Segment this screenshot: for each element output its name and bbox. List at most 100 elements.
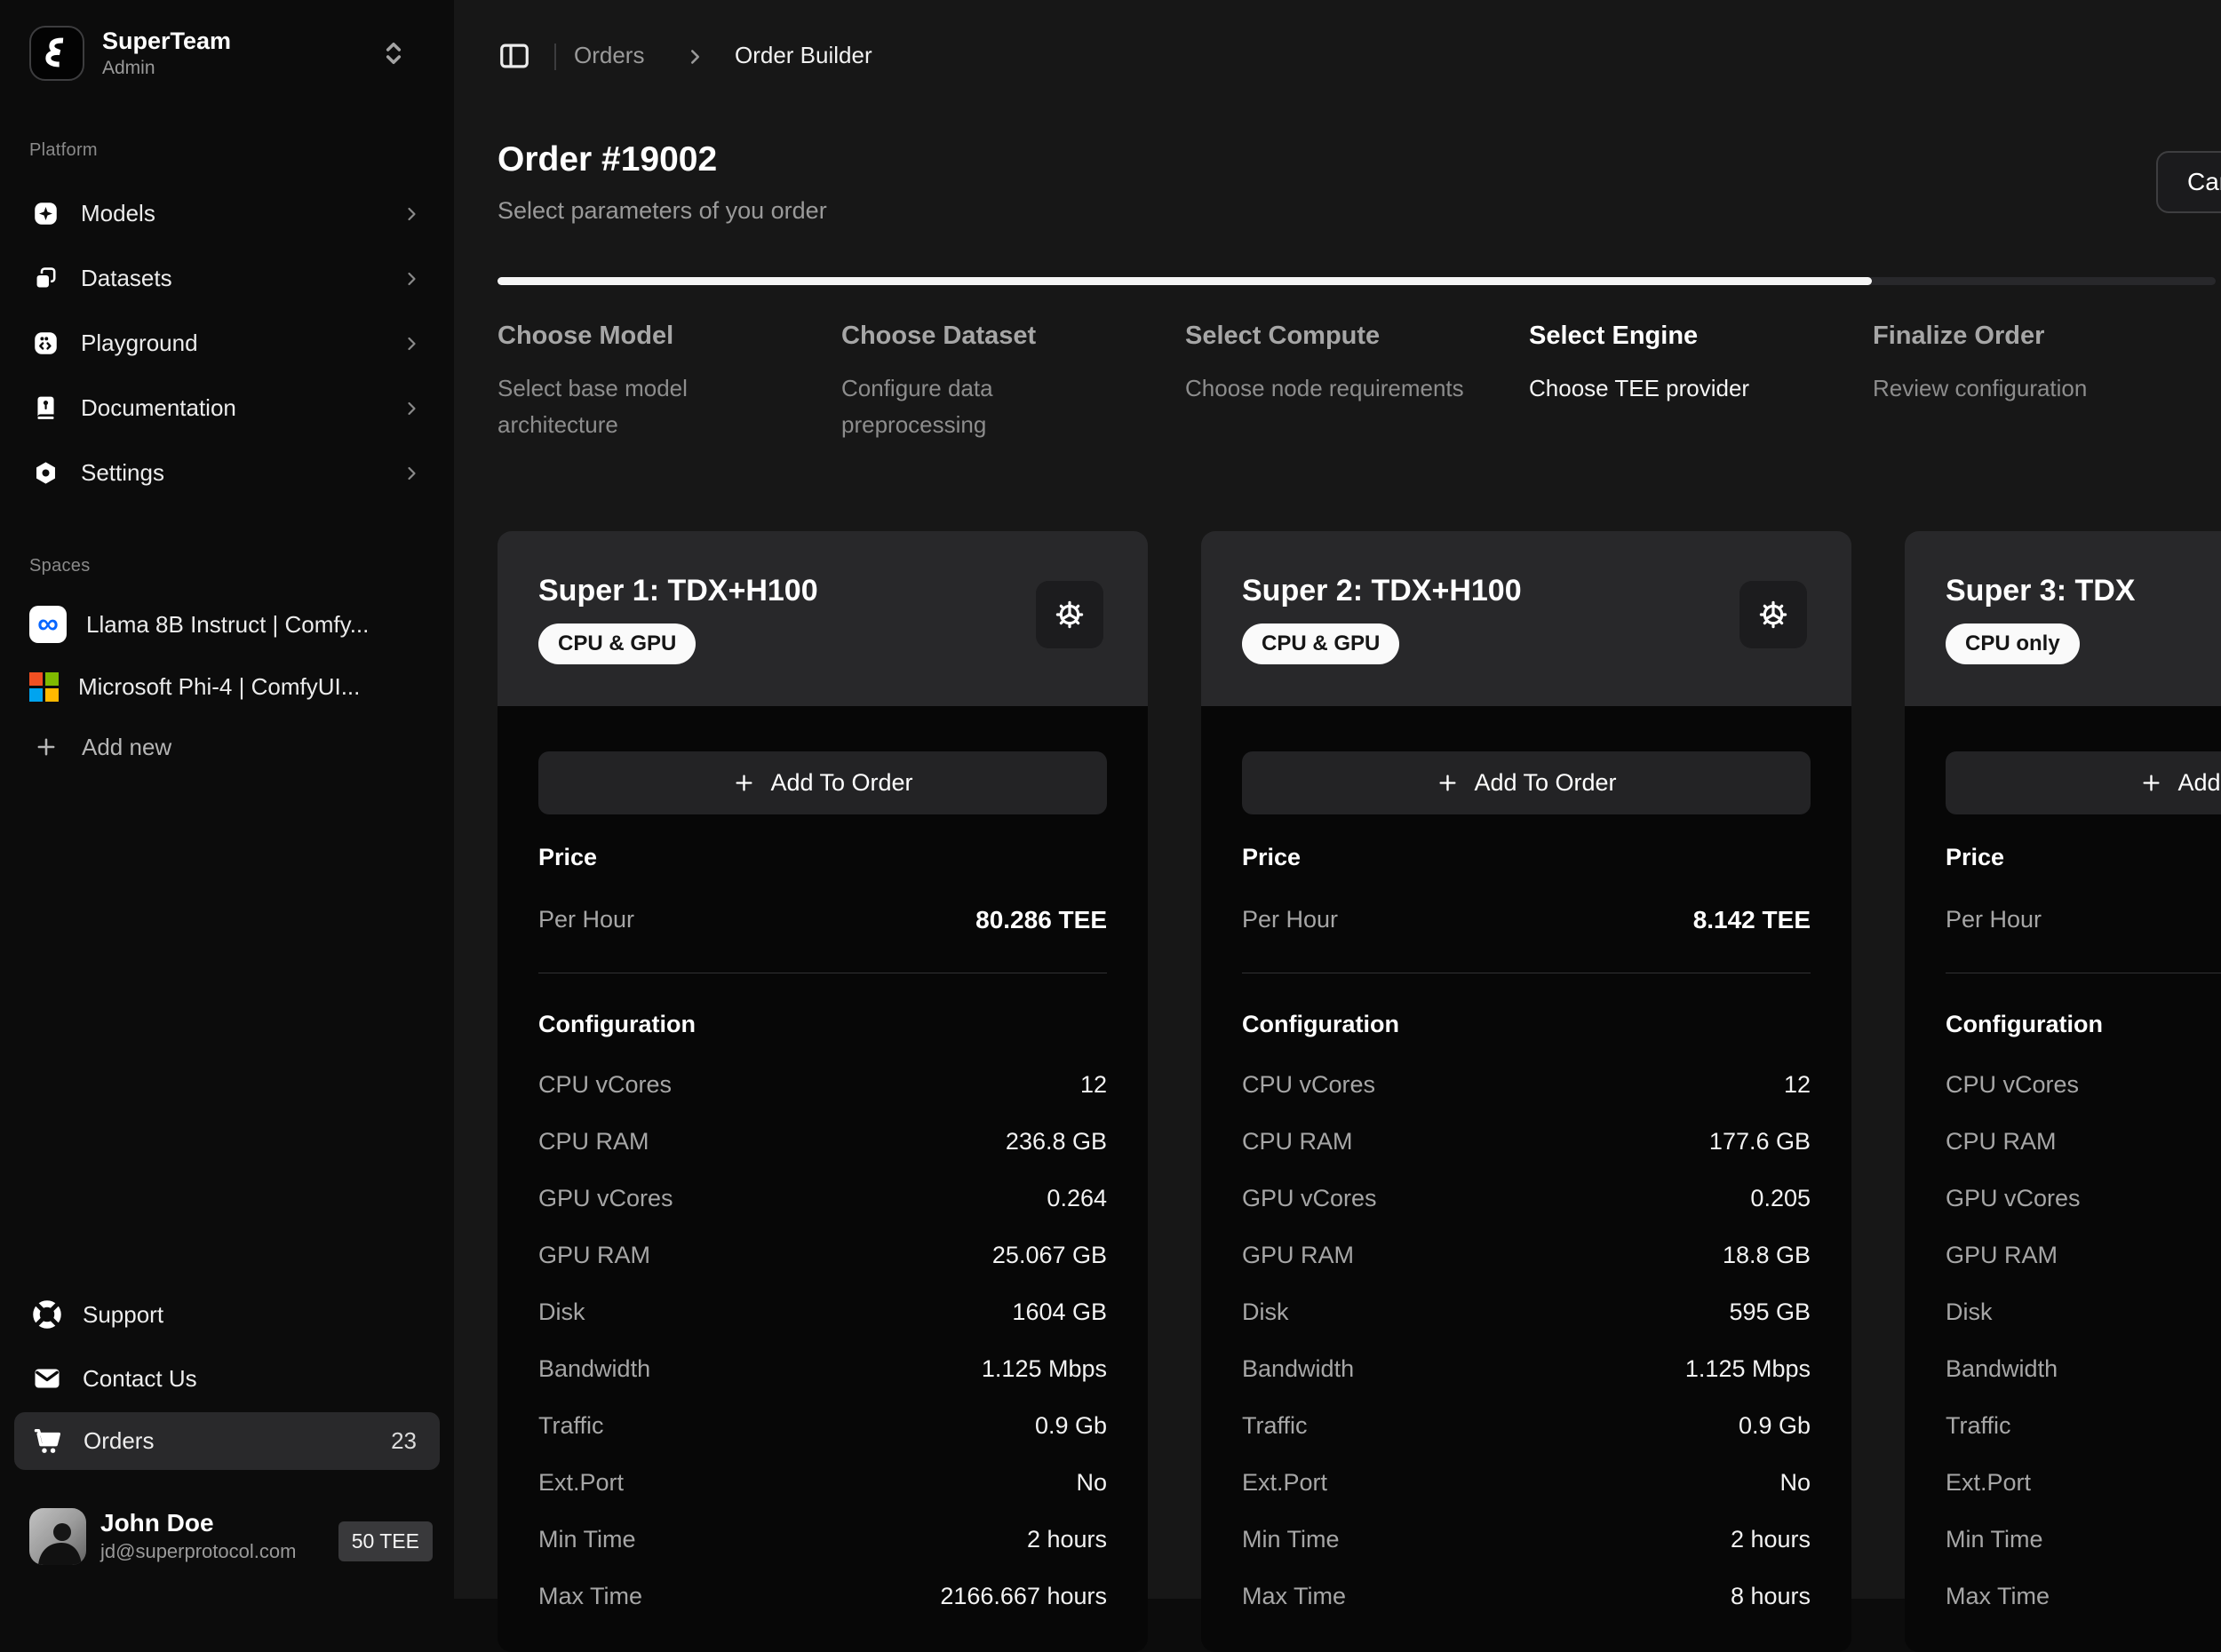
config-value: 595 GB [1729,1299,1811,1326]
config-row: CPU vCores12 [538,1056,1107,1113]
config-label: Disk [1242,1299,1289,1326]
card-settings-button[interactable] [1739,581,1807,648]
config-row: GPU RAM [1946,1227,2221,1283]
team-switcher[interactable]: SuperTeam Admin [29,25,425,82]
add-to-order-button[interactable]: Add To Order [1946,751,2221,814]
config-value: 12 [1784,1071,1811,1099]
step-subtitle: Review configuration [1873,370,2166,407]
config-row: Min Time2 hours [1242,1511,1811,1568]
step-choose-dataset: Choose Dataset Configure data preprocess… [841,322,1185,443]
sidebar-toggle-button[interactable] [498,39,531,73]
config-row: Min Time2 hours [538,1511,1107,1568]
add-to-order-label: Add To Order [770,769,912,797]
breadcrumb-parent[interactable]: Orders [574,42,644,69]
config-label: Ext.Port [1946,1469,2031,1497]
step-subtitle: Choose node requirements [1185,370,1478,407]
add-to-order-button[interactable]: Add To Order [538,751,1107,814]
add-to-order-label: Add To Order [1474,769,1616,797]
add-new-space-button[interactable]: Add new [0,718,454,776]
config-row: Bandwidth1.125 Mbps [538,1340,1107,1397]
book-icon [32,394,60,422]
per-hour-row: Per Hour 80.286 TEE [538,905,1107,934]
card-settings-button[interactable] [1036,581,1103,648]
config-label: CPU RAM [1242,1128,1353,1156]
space-item-label: Llama 8B Instruct | Comfy... [86,611,369,639]
sidebar-item-settings[interactable]: Settings [0,441,454,505]
config-value: No [1779,1469,1811,1497]
add-new-label: Add new [82,734,171,761]
step-title: Select Compute [1185,322,1529,351]
mail-icon [31,1362,63,1394]
config-label: Bandwidth [1946,1355,2058,1383]
config-value: 1.125 Mbps [1685,1355,1811,1383]
card-title: Super 2: TDX+H100 [1242,574,1811,608]
config-label: Traffic [538,1412,604,1440]
nut-gear-icon [32,459,60,487]
config-value: 0.9 Gb [1739,1412,1811,1440]
step-choose-model: Choose Model Select base model architect… [498,322,841,443]
sidebar-item-label: Contact Us [83,1365,197,1393]
per-hour-row: Per Hour 8.142 TEE [1242,905,1811,934]
configuration-list: CPU vCores12 CPU RAM236.8 GB GPU vCores0… [538,1056,1107,1624]
step-select-compute: Select Compute Choose node requirements [1185,322,1529,443]
config-label: Ext.Port [538,1469,624,1497]
config-row: GPU RAM18.8 GB [1242,1227,1811,1283]
per-hour-value: 80.286 TEE [975,905,1107,934]
config-value: 2 hours [1027,1526,1107,1553]
config-label: Max Time [538,1583,642,1610]
sidebar-item-contact-us[interactable]: Contact Us [0,1346,454,1410]
config-row: Disk [1946,1283,2221,1340]
sidebar-item-label: Datasets [81,265,172,292]
plus-icon [2139,771,2163,795]
config-row: CPU vCores [1946,1056,2221,1113]
configuration-list: CPU vCores CPU RAM GPU vCores GPU RAM Di… [1946,1056,2221,1624]
config-row: CPU RAM [1946,1113,2221,1170]
sidebar-item-datasets[interactable]: Datasets [0,246,454,311]
sidebar-item-models[interactable]: Models [0,181,454,246]
config-label: GPU RAM [538,1242,650,1269]
config-label: Traffic [1946,1412,2011,1440]
config-value: 0.205 [1750,1185,1811,1212]
config-row: Traffic0.9 Gb [1242,1397,1811,1454]
configuration-heading: Configuration [1242,1010,1811,1039]
add-to-order-button[interactable]: Add To Order [1242,751,1811,814]
card-body: Add To Order Price Per Hour 8.142 TEE Co… [1201,706,1851,1652]
page-subtitle: Select parameters of you order [498,197,827,225]
config-label: Disk [1946,1299,1993,1326]
page-title: Order #19002 [498,140,717,179]
user-email: jd@superprotocol.com [100,1540,296,1563]
platform-nav: Models Datasets [0,181,454,505]
sidebar-item-playground[interactable]: Playground [0,311,454,376]
sidebar-item-label: Settings [81,459,164,487]
user-profile[interactable]: John Doe jd@superprotocol.com 50 TEE [29,1508,433,1569]
price-heading: Price [1242,843,1811,872]
sidebar-item-label: Support [83,1301,163,1329]
sidebar-item-documentation[interactable]: Documentation [0,376,454,441]
card-title: Super 1: TDX+H100 [538,574,1107,608]
config-value: 18.8 GB [1723,1242,1811,1269]
space-item-llama[interactable]: ∞ Llama 8B Instruct | Comfy... [0,593,454,655]
config-row: GPU vCores [1946,1170,2221,1227]
space-item-phi4[interactable]: Microsoft Phi-4 | ComfyUI... [0,655,454,718]
config-label: Min Time [1242,1526,1340,1553]
price-heading: Price [538,843,1107,872]
config-label: CPU RAM [1946,1128,2057,1156]
space-item-label: Microsoft Phi-4 | ComfyUI... [78,673,360,701]
progress-bar [498,277,2216,285]
gear-icon [1756,598,1790,631]
chevron-right-icon [401,268,422,290]
sidebar-item-support[interactable]: Support [0,1283,454,1346]
config-value: 0.9 Gb [1035,1412,1107,1440]
config-value: 177.6 GB [1709,1128,1811,1156]
team-text: SuperTeam Admin [102,27,231,80]
per-hour-label: Per Hour [538,905,634,934]
chevron-right-icon [401,203,422,225]
main-content: Orders Order Builder Order #19002 Select… [454,0,2221,1599]
breadcrumb-divider [554,44,556,70]
sidebar-item-orders[interactable]: Orders 23 [14,1412,440,1470]
team-name: SuperTeam [102,27,231,56]
chevron-right-icon [683,45,706,68]
per-hour-row: Per Hour [1946,905,2221,934]
config-label: GPU vCores [538,1185,673,1212]
cancel-button[interactable]: Cancel [2156,151,2221,213]
